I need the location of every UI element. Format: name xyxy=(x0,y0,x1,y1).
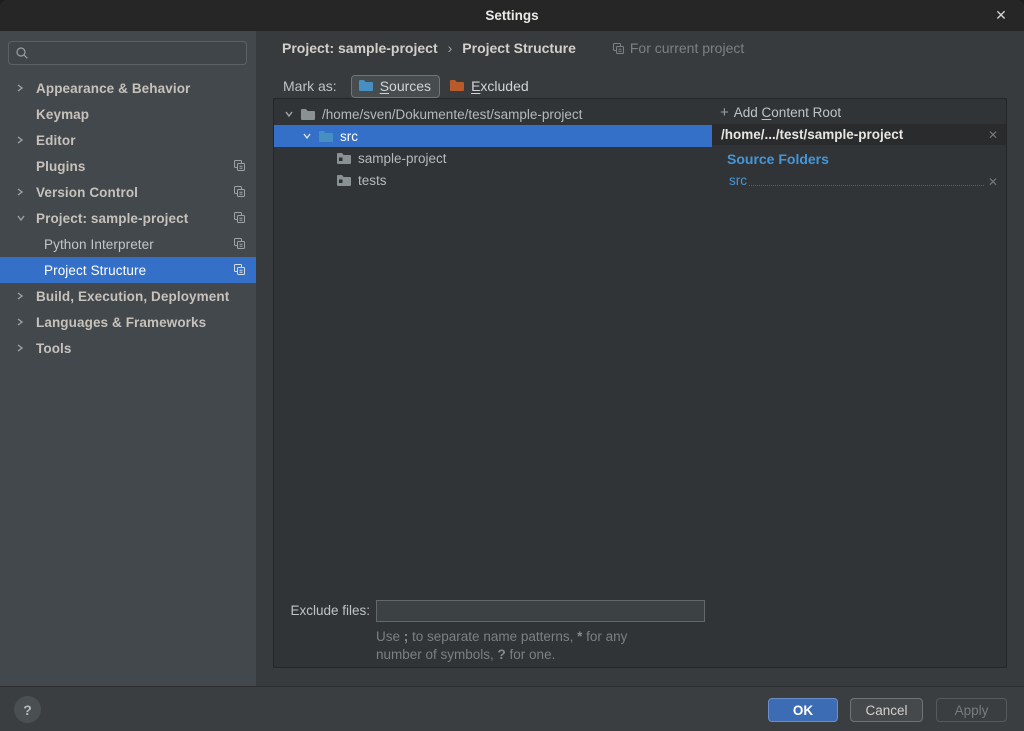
mark-as-sources-button[interactable]: Sources xyxy=(351,75,440,98)
chevron-right-icon xyxy=(16,291,28,301)
exclude-files-input[interactable] xyxy=(376,600,705,622)
breadcrumb: Project: sample-project › Project Struct… xyxy=(282,40,744,56)
exclude-files-label: Exclude files: xyxy=(284,603,370,618)
chevron-down-icon[interactable] xyxy=(284,110,294,118)
source-folder-icon xyxy=(318,130,334,143)
folder-icon xyxy=(336,174,352,187)
tree-row-sample-project[interactable]: sample-project xyxy=(274,147,712,169)
per-project-settings-icon xyxy=(233,185,246,198)
sidebar-item-version-control[interactable]: Version Control xyxy=(0,179,256,205)
content-roots-panel: + Add Content Root /home/.../test/sample… xyxy=(712,98,1007,668)
sidebar-item-python-interpreter[interactable]: Python Interpreter xyxy=(0,231,256,257)
chevron-right-icon xyxy=(16,135,28,145)
source-folders-heading: Source Folders xyxy=(727,151,829,167)
per-project-settings-icon xyxy=(233,263,246,276)
sidebar-item-project-sample-project[interactable]: Project: sample-project xyxy=(0,205,256,231)
help-button[interactable]: ? xyxy=(14,696,41,723)
directory-tree-panel: /home/sven/Dokumente/test/sample-project… xyxy=(273,98,713,668)
mark-as-excluded-button[interactable]: Excluded xyxy=(442,75,538,98)
content-root-item[interactable]: /home/.../test/sample-project ✕ xyxy=(712,124,1006,145)
page-title: Project Structure xyxy=(462,40,576,56)
sidebar-item-appearance-behavior[interactable]: Appearance & Behavior xyxy=(0,75,256,101)
folder-icon xyxy=(336,152,352,165)
chevron-down-icon xyxy=(16,214,28,222)
chevron-down-icon[interactable] xyxy=(302,132,312,140)
tree-row-src[interactable]: src xyxy=(274,125,712,147)
tree-row-label: tests xyxy=(358,173,387,188)
breadcrumb-separator: › xyxy=(448,40,453,56)
breadcrumb-project[interactable]: Project: sample-project xyxy=(282,40,438,56)
excluded-folder-icon xyxy=(449,79,465,92)
tree-row-content-root[interactable]: /home/sven/Dokumente/test/sample-project xyxy=(274,103,712,125)
close-icon[interactable]: ✕ xyxy=(988,0,1014,31)
sidebar-item-build-execution-deployment[interactable]: Build, Execution, Deployment xyxy=(0,283,256,309)
sidebar-item-editor[interactable]: Editor xyxy=(0,127,256,153)
search-icon xyxy=(15,46,29,60)
remove-source-folder-icon[interactable]: ✕ xyxy=(988,175,998,189)
per-project-settings-icon xyxy=(233,159,246,172)
chevron-right-icon xyxy=(16,187,28,197)
settings-sidebar: Appearance & Behavior Keymap Editor Plug… xyxy=(0,31,256,686)
sidebar-item-keymap[interactable]: Keymap xyxy=(0,101,256,127)
sidebar-item-project-structure[interactable]: Project Structure xyxy=(0,257,256,283)
folder-icon xyxy=(300,108,316,121)
sidebar-item-tools[interactable]: Tools xyxy=(0,335,256,361)
sources-folder-icon xyxy=(358,79,374,92)
cancel-button[interactable]: Cancel xyxy=(850,698,923,722)
mark-as-toolbar: Mark as: Sources Excluded xyxy=(283,73,538,99)
plus-icon: + xyxy=(720,104,729,121)
tree-row-tests[interactable]: tests xyxy=(274,169,712,191)
settings-nav-list: Appearance & Behavior Keymap Editor Plug… xyxy=(0,75,256,361)
ok-button[interactable]: OK xyxy=(768,698,838,722)
source-folder-item[interactable]: src ✕ xyxy=(729,171,998,189)
chevron-right-icon xyxy=(16,343,28,353)
remove-content-root-icon[interactable]: ✕ xyxy=(988,128,998,142)
apply-button: Apply xyxy=(936,698,1007,722)
chevron-right-icon xyxy=(16,317,28,327)
search-input[interactable] xyxy=(35,46,240,61)
source-folder-name[interactable]: src xyxy=(729,173,747,189)
exclude-files-hint: Use ; to separate name patterns, * for a… xyxy=(376,628,706,664)
scope-indicator: For current project xyxy=(612,40,744,56)
scope-label: For current project xyxy=(630,40,744,56)
dotted-leader xyxy=(749,185,984,186)
tree-row-label: sample-project xyxy=(358,151,447,166)
chevron-right-icon xyxy=(16,83,28,93)
mark-as-label: Mark as: xyxy=(283,78,337,94)
settings-dialog: Settings ✕ Appearance & Behavior Keymap … xyxy=(0,0,1024,731)
per-project-settings-icon xyxy=(233,237,246,250)
per-project-settings-icon xyxy=(233,211,246,224)
dialog-title: Settings xyxy=(0,0,1024,31)
tree-row-label: /home/sven/Dokumente/test/sample-project xyxy=(322,107,582,122)
sidebar-item-plugins[interactable]: Plugins xyxy=(0,153,256,179)
sidebar-item-languages-frameworks[interactable]: Languages & Frameworks xyxy=(0,309,256,335)
content-root-path: /home/.../test/sample-project xyxy=(721,127,988,142)
settings-search[interactable] xyxy=(8,41,247,65)
add-content-root-button[interactable]: + Add Content Root xyxy=(720,104,841,121)
titlebar: Settings ✕ xyxy=(0,0,1024,31)
per-project-settings-icon xyxy=(612,42,625,55)
tree-row-label: src xyxy=(340,129,358,144)
dialog-footer: ? OK Cancel Apply xyxy=(0,686,1024,731)
